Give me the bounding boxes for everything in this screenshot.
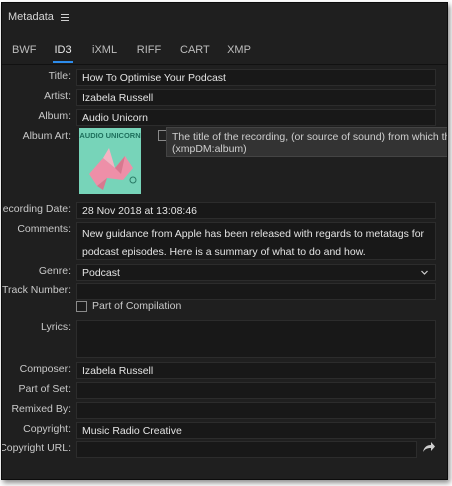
recording-date-field[interactable]: 28 Nov 2018 at 13:08:46 [76,202,436,219]
track-number-field[interactable] [76,283,436,300]
tab-bwf[interactable]: BWF [12,41,36,61]
tabs-divider [2,64,447,65]
genre-select[interactable]: Podcast [76,264,436,281]
title-field[interactable]: How To Optimise Your Podcast [76,69,436,86]
comments-label: Comments: [17,223,71,235]
tab-xmp[interactable]: XMP [226,41,252,61]
open-url-icon[interactable] [422,441,436,453]
tooltip-line1: The title of the recording, (or source o… [172,131,448,143]
track-number-label: Track Number: [1,284,71,296]
compilation-label: Part of Compilation [92,300,182,312]
tab-riff[interactable]: RIFF [136,41,162,61]
panel-menu-icon[interactable] [60,13,69,21]
album-art-label: Album Art: [22,130,71,142]
part-of-set-label: Part of Set: [18,383,71,395]
genre-value: Podcast [82,267,120,279]
compilation-option[interactable]: Part of Compilation [76,300,181,312]
part-of-set-field[interactable] [76,382,436,399]
album-art-text: AUDIO UNICORN [79,131,140,140]
comments-field[interactable]: New guidance from Apple has been release… [76,222,436,260]
album-label: Album: [38,110,71,122]
tab-cart[interactable]: CART [180,41,210,61]
copyright-label: Copyright: [23,423,71,435]
chevron-down-icon [421,270,428,275]
remixed-by-label: Remixed By: [11,403,71,415]
tooltip-line2: (xmpDM:album) [172,143,247,155]
lyrics-field[interactable] [76,320,436,358]
panel-header: Metadata [2,3,447,31]
copyright-url-field[interactable] [76,441,417,458]
tab-ixml[interactable]: iXML [92,41,117,61]
genre-label: Genre: [38,265,71,277]
tooltip: The title of the recording, (or source o… [166,127,448,157]
title-label: Title: [48,70,71,82]
composer-label: Composer: [19,363,71,375]
panel-title: Metadata [8,11,54,23]
album-field[interactable]: Audio Unicorn [76,109,436,126]
artist-label: Artist: [44,90,71,102]
metadata-panel: Metadata BWF ID3 iXML RIFF CART XMP Titl… [1,2,448,480]
tab-id3[interactable]: ID3 [53,41,73,63]
compilation-checkbox[interactable] [76,300,87,312]
remixed-by-field[interactable] [76,402,436,419]
artist-field[interactable]: Izabela Russell [76,89,436,106]
copyright-field[interactable]: Music Radio Creative [76,422,436,439]
lyrics-label: Lyrics: [41,321,71,333]
copyright-url-label: Copyright URL: [1,442,71,454]
tab-bar: BWF ID3 iXML RIFF CART XMP [2,41,447,65]
album-art-image[interactable]: AUDIO UNICORN [79,128,141,194]
composer-field[interactable]: Izabela Russell [76,362,436,379]
recording-date-label: Recording Date: [1,203,71,215]
